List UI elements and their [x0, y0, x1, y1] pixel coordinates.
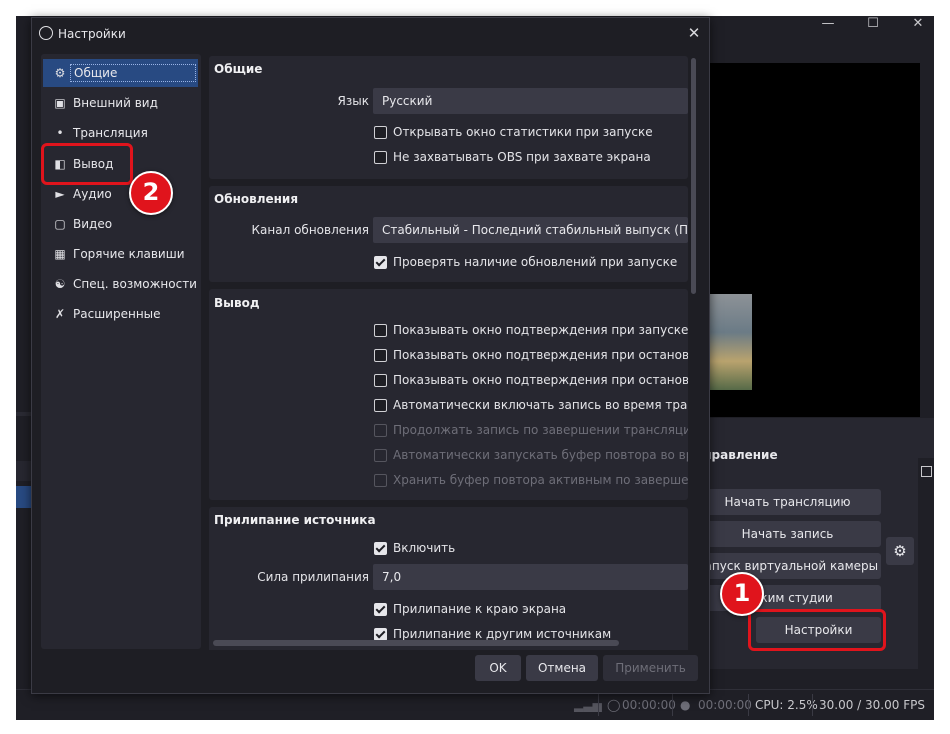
checkbox-label: Проверять наличие обновлений при запуске: [393, 255, 678, 269]
group-snapping: Прилипание источника Включить Сила прили…: [209, 507, 688, 650]
settings-dialog: Настройки ✕ ⚙ Общие ▣ Внешний вид • Тран…: [31, 17, 710, 694]
step-badge-1: 1: [720, 572, 764, 616]
group-output: Вывод Показывать окно подтверждения при …: [209, 289, 688, 500]
dock-splitter: [16, 412, 32, 416]
maximize-icon[interactable]: ☐: [851, 16, 895, 34]
checkbox-label: Продолжать запись по завершении трансляц…: [393, 423, 688, 437]
sidebar-item-advanced[interactable]: ✗ Расширенные: [43, 300, 198, 328]
update-channel-select[interactable]: Стабильный - Последний стабильный выпуск…: [373, 217, 688, 243]
sidebar-item-label: Спец. возможности: [73, 277, 197, 291]
language-select[interactable]: Русский: [373, 88, 688, 114]
sidebar-item-label: Аудио: [73, 187, 112, 201]
sidebar-item-label: Общие: [70, 64, 196, 82]
settings-content: Общие Язык Русский Открывать окно статис…: [209, 56, 688, 650]
divider: [598, 694, 599, 716]
dialog-title: Настройки: [58, 27, 126, 41]
content-vertical-scrollbar[interactable]: [691, 58, 696, 294]
divider: [748, 694, 749, 716]
accessibility-icon: ☯: [54, 277, 66, 291]
obs-logo-icon: [39, 26, 53, 40]
apply-button[interactable]: Применить: [603, 655, 698, 681]
fps-readout: 30.00 / 30.00 FPS: [819, 698, 925, 712]
sidebar-item-video[interactable]: ▢ Видео: [43, 210, 198, 238]
monitor-icon: ▢: [54, 217, 66, 231]
sidebar-item-label: Горячие клавиши: [73, 247, 185, 261]
checkbox-label: Показывать окно подтверждения при запуск…: [393, 323, 688, 337]
virtual-camera-gear-icon[interactable]: ⚙: [886, 537, 914, 565]
scenes-dock-header: [16, 461, 32, 481]
divider: [812, 694, 813, 716]
close-icon[interactable]: ✕: [896, 16, 934, 34]
sidebar-item-appearance[interactable]: ▣ Внешний вид: [43, 89, 198, 117]
content-horizontal-scrollbar[interactable]: [213, 640, 619, 646]
sidebar-item-general[interactable]: ⚙ Общие: [43, 59, 198, 87]
record-timer: 00:00:00: [698, 698, 752, 712]
preview-source-image: [706, 294, 752, 390]
keyboard-icon: ▦: [54, 247, 66, 261]
snap-strength-input[interactable]: 7,0: [373, 564, 688, 590]
dock-float-icon[interactable]: [921, 466, 932, 477]
gear-icon: ⚙: [54, 66, 66, 80]
group-title: Обновления: [214, 192, 299, 206]
step-badge-2: 2: [129, 171, 173, 215]
sidebar-item-label: Трансляция: [73, 126, 148, 140]
group-updates: Обновления Канал обновления Стабильный -…: [209, 186, 688, 282]
checkbox-label: Хранить буфер повтора активным по заверш…: [393, 473, 688, 487]
language-label: Язык: [337, 94, 369, 108]
highlight-output-item: [41, 143, 133, 185]
broadcast-icon: •: [56, 126, 64, 140]
checkbox-label: Открывать окно статистики при запуске: [393, 125, 653, 139]
virtual-camera-button[interactable]: Запуск виртуальной камеры: [694, 553, 881, 579]
tools-icon: ✗: [54, 307, 66, 321]
stream-status-icon: ◯: [607, 698, 621, 712]
checkbox-label: Автоматически запускать буфер повтора во…: [393, 448, 688, 462]
minimize-icon[interactable]: —: [806, 16, 850, 34]
dialog-close-icon[interactable]: ✕: [684, 23, 704, 43]
start-record-button[interactable]: Начать запись: [694, 521, 881, 547]
checkbox-label: Не захватывать OBS при захвате экрана: [393, 150, 651, 164]
divider: [672, 694, 673, 716]
sidebar-item-label: Внешний вид: [73, 96, 158, 110]
ok-button[interactable]: OK: [475, 655, 521, 681]
checkbox-label: Показывать окно подтверждения при остано…: [393, 373, 688, 387]
appearance-icon: ▣: [54, 96, 66, 110]
cpu-usage: CPU: 2.5%: [755, 698, 818, 712]
start-stream-button[interactable]: Начать трансляцию: [694, 489, 881, 515]
update-channel-label: Канал обновления: [251, 223, 369, 237]
scene-list-item[interactable]: [16, 486, 32, 508]
stream-timer: 00:00:00: [622, 698, 676, 712]
group-general: Общие Язык Русский Открывать окно статис…: [209, 56, 688, 179]
highlight-settings-button: [748, 609, 886, 651]
group-title: Общие: [214, 62, 263, 76]
group-title: Прилипание источника: [214, 513, 376, 527]
checkbox-label: Прилипание к другим источникам: [393, 627, 612, 641]
sidebar-item-label: Расширенные: [73, 307, 161, 321]
sidebar-item-label: Видео: [73, 217, 113, 231]
checkbox-label: Прилипание к краю экрана: [393, 602, 567, 616]
speaker-icon: ►: [55, 187, 65, 201]
record-status-icon: ●: [680, 698, 691, 712]
sidebar-item-hotkeys[interactable]: ▦ Горячие клавиши: [43, 240, 198, 268]
checkbox-label: Автоматически включать запись во время т…: [393, 398, 688, 412]
checkbox-label: Показывать окно подтверждения при остано…: [393, 348, 688, 362]
snap-strength-label: Сила прилипания: [257, 570, 369, 584]
sidebar-item-accessibility[interactable]: ☯ Спец. возможности: [43, 270, 198, 298]
group-title: Вывод: [214, 296, 260, 310]
cancel-button[interactable]: Отмена: [526, 655, 598, 681]
checkbox-label: Включить: [393, 541, 456, 555]
